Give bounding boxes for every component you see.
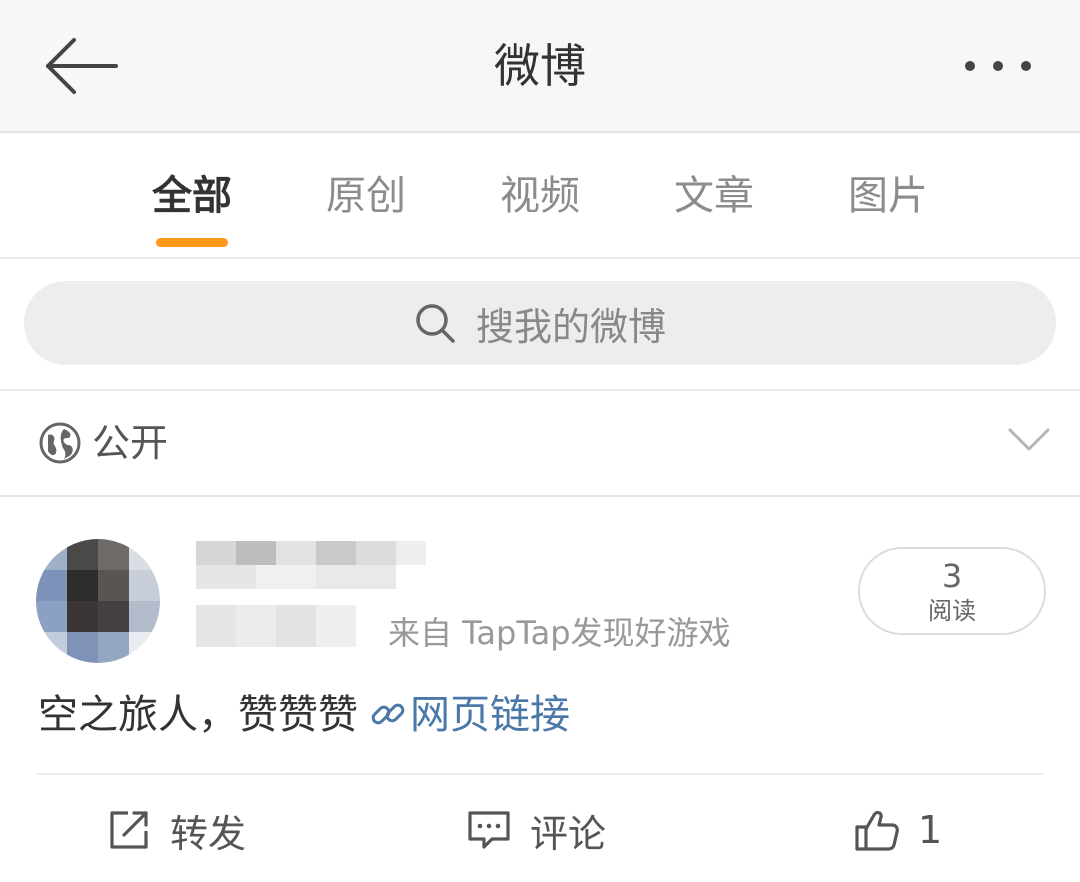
tab-article[interactable]: 文章 <box>639 169 789 223</box>
globe-icon <box>39 422 81 464</box>
tab-image[interactable]: 图片 <box>813 169 963 223</box>
comment-icon <box>468 811 510 849</box>
repost-icon <box>110 811 148 849</box>
avatar[interactable] <box>36 539 160 663</box>
visibility-label: 公开 <box>92 421 169 465</box>
repost-button[interactable]: 转发 <box>106 797 246 863</box>
post-text: 空之旅人，赞赞赞 <box>38 692 358 738</box>
chevron-down-icon <box>1008 428 1050 451</box>
post-card: 来自 TapTap发现好游戏 3 阅读 空之旅人，赞赞赞 网页链接 转发 评论 <box>0 497 1080 882</box>
post-body: 空之旅人，赞赞赞 网页链接 <box>38 687 570 743</box>
post-divider <box>36 773 1044 775</box>
filter-tabs: 全部 原创 视频 文章 图片 <box>0 133 1080 259</box>
repost-label: 转发 <box>170 811 247 856</box>
search-area: 搜我的微博 <box>0 259 1080 391</box>
search-input[interactable]: 搜我的微博 <box>24 281 1056 365</box>
comment-button[interactable]: 评论 <box>466 797 606 863</box>
like-count: 1 <box>918 808 943 852</box>
search-icon <box>416 304 455 343</box>
active-tab-indicator <box>156 238 228 247</box>
comment-label: 评论 <box>530 811 607 856</box>
avatar-pixelated-image <box>36 539 160 663</box>
visibility-selector[interactable]: 公开 <box>0 391 1080 497</box>
page-title: 微博 <box>494 39 586 93</box>
web-link-label: 网页链接 <box>410 692 570 738</box>
tab-all[interactable]: 全部 <box>117 169 267 223</box>
web-link[interactable]: 网页链接 <box>358 692 570 738</box>
username-pixelated[interactable] <box>196 541 436 589</box>
more-horizontal-icon[interactable] <box>960 54 1036 78</box>
link-icon <box>371 703 405 725</box>
thumbs-up-icon <box>855 810 899 851</box>
like-button[interactable]: 1 <box>854 797 942 863</box>
read-count-badge: 3 阅读 <box>858 547 1046 635</box>
tab-video[interactable]: 视频 <box>465 169 615 223</box>
post-source: 来自 TapTap发现好游戏 <box>388 614 731 652</box>
top-navigation-bar: 微博 <box>0 0 1080 133</box>
tab-original[interactable]: 原创 <box>291 169 441 223</box>
read-count-label: 阅读 <box>928 597 976 625</box>
read-count-number: 3 <box>941 557 963 595</box>
post-time-pixelated <box>196 605 356 647</box>
search-placeholder: 搜我的微博 <box>475 304 666 349</box>
